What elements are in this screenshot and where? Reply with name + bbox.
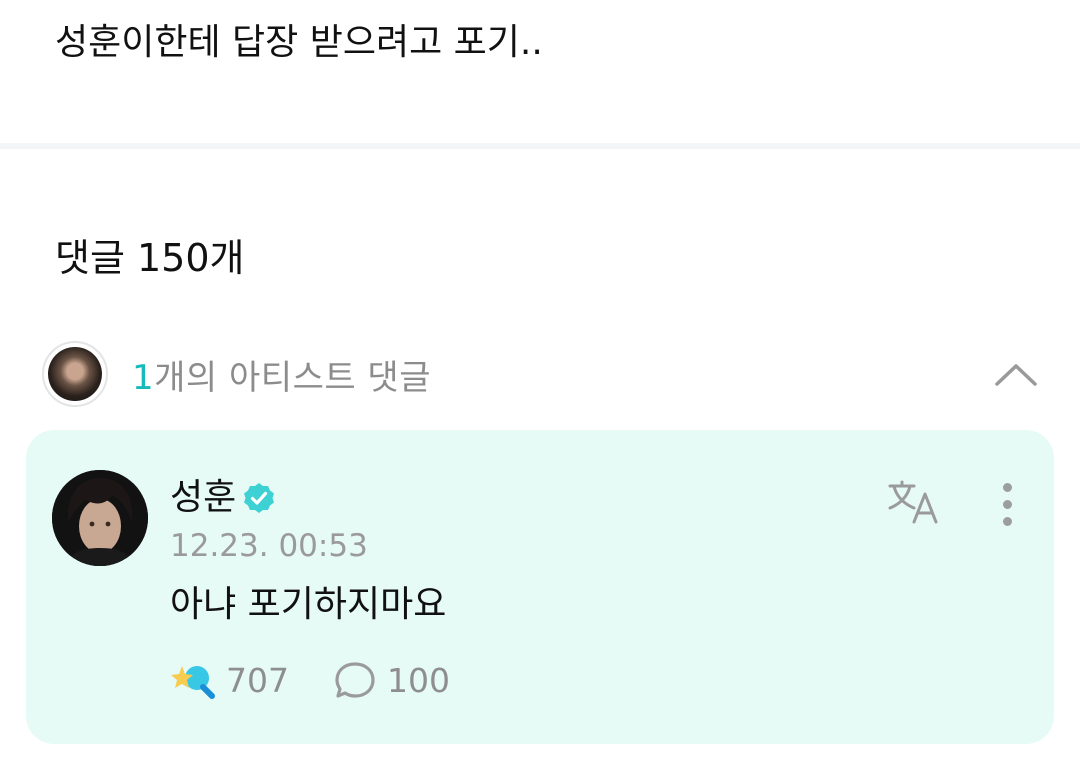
more-dot (1002, 499, 1012, 509)
more-dot (1002, 516, 1012, 526)
chevron-up-icon[interactable] (990, 348, 1042, 400)
section-divider (0, 143, 1080, 149)
artist-mini-avatar-image (48, 347, 102, 401)
translate-icon[interactable] (886, 478, 942, 526)
post-text: 성훈이한테 답장 받으려고 포기.. (55, 22, 543, 63)
comment-body: 아냐 포기하지마요 (170, 584, 447, 625)
comment-count-heading: 댓글 150개 (55, 236, 245, 280)
reply-bubble-icon (335, 662, 375, 698)
artist-comments-label-text: 개의 아티스트 댓글 (154, 357, 431, 398)
artist-comments-toggle[interactable]: 1개의 아티스트 댓글 (42, 340, 1042, 408)
reply-button[interactable]: 100 (333, 660, 450, 700)
author-avatar[interactable] (52, 470, 148, 566)
artist-comment-card: 성훈 12.23. 00:53 아냐 포기하지마요 707 100 (26, 430, 1054, 744)
artist-comment-count: 1 (132, 357, 155, 398)
comment-timestamp: 12.23. 00:53 (170, 528, 368, 564)
sparkle-like-icon (171, 666, 215, 699)
author-row: 성훈 (170, 476, 276, 520)
author-name[interactable]: 성훈 (170, 476, 236, 520)
like-button[interactable]: 707 (170, 660, 289, 700)
reply-count: 100 (387, 660, 450, 700)
comment-actions: 707 100 (170, 660, 450, 700)
artist-mini-avatar (42, 341, 108, 407)
post-comments-view: 성훈이한테 답장 받으려고 포기.. 댓글 150개 1개의 아티스트 댓글 성… (0, 0, 1080, 777)
verified-badge-icon (244, 483, 275, 513)
like-count: 707 (226, 660, 289, 700)
more-dot (1002, 482, 1012, 492)
artist-comments-label: 1개의 아티스트 댓글 (132, 350, 431, 399)
more-vertical-icon[interactable] (988, 478, 1026, 530)
